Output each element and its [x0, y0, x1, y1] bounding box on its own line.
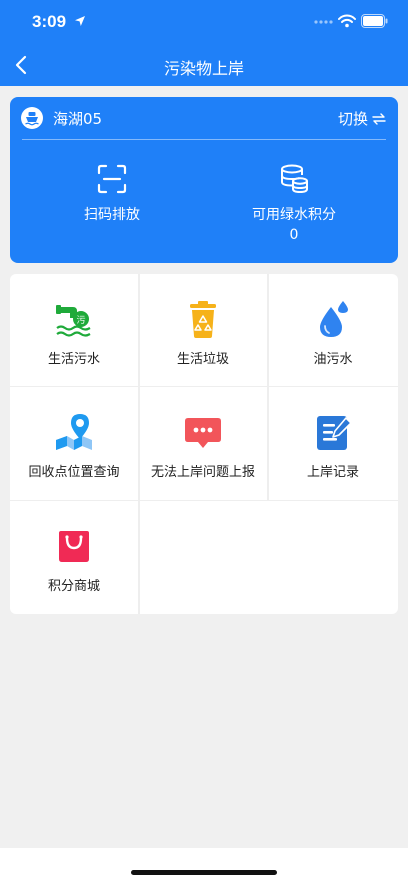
card-divider	[22, 139, 386, 140]
trash-bin-icon	[190, 301, 216, 338]
svg-text:污: 污	[76, 314, 85, 326]
menu-item-label: 生活垃圾	[176, 352, 229, 367]
scan-discharge-button[interactable]: 扫码排放	[22, 163, 202, 224]
swap-arrows-icon	[372, 112, 386, 125]
menu-item-garbage[interactable]: 生活垃圾	[139, 274, 267, 386]
record-edit-icon	[317, 416, 352, 450]
menu-item-points-mall[interactable]: 积分商城	[10, 501, 138, 613]
home-indicator[interactable]	[131, 870, 277, 875]
menu-item-oily-water[interactable]: 油污水	[269, 274, 397, 386]
oil-drop-icon	[320, 301, 348, 337]
scan-icon	[97, 164, 127, 194]
status-time: 3:09	[32, 12, 67, 31]
menu-item-sewage[interactable]: 污 生活污水	[10, 274, 138, 386]
switch-ship-button[interactable]: 切换	[338, 108, 386, 129]
green-points: 可用绿水积分 0	[204, 163, 384, 243]
menu-item-label: 油污水	[313, 352, 353, 367]
menu-item-label: 上岸记录	[306, 465, 359, 480]
menu-item-collection-points[interactable]: 回收点位置查询	[10, 387, 138, 499]
menu-item-label: 回收点位置查询	[28, 465, 120, 480]
scan-label: 扫码排放	[84, 207, 140, 223]
status-bar: 3:09	[0, 0, 408, 44]
battery-icon	[361, 14, 388, 28]
location-arrow-icon	[75, 16, 85, 26]
switch-label: 切换	[337, 110, 368, 128]
shopping-bag-icon	[59, 531, 89, 562]
ship-card: 海湖05 切换 扫码排放 可用绿水积分 0	[10, 97, 398, 263]
map-pin-icon	[56, 414, 92, 450]
menu-item-label: 生活污水	[47, 352, 100, 367]
wifi-icon	[338, 14, 356, 28]
cellular-signal-icon	[314, 20, 333, 24]
points-label: 可用绿水积分	[252, 207, 336, 223]
menu-item-landing-records[interactable]: 上岸记录	[269, 387, 397, 499]
menu-item-label: 无法上岸问题上报	[150, 465, 255, 480]
top-bar: 3:09 污染物上岸	[0, 0, 408, 86]
page-title: 污染物上岸	[163, 59, 244, 78]
coins-icon	[281, 164, 308, 194]
ship-name: 海湖05	[53, 110, 103, 128]
bottom-safe-area	[0, 848, 408, 883]
function-grid: 污 生活污水 生活垃圾 油污水 回收点位置查询 无法上岸问题上报 上岸记录 积分…	[10, 274, 398, 614]
menu-item-issue-report[interactable]: 无法上岸问题上报	[139, 387, 267, 499]
sewage-pipe-icon: 污	[56, 305, 91, 337]
chat-report-icon	[185, 418, 221, 448]
menu-item-label: 积分商城	[47, 579, 100, 594]
boat-icon	[21, 107, 43, 129]
points-value: 0	[289, 227, 299, 243]
